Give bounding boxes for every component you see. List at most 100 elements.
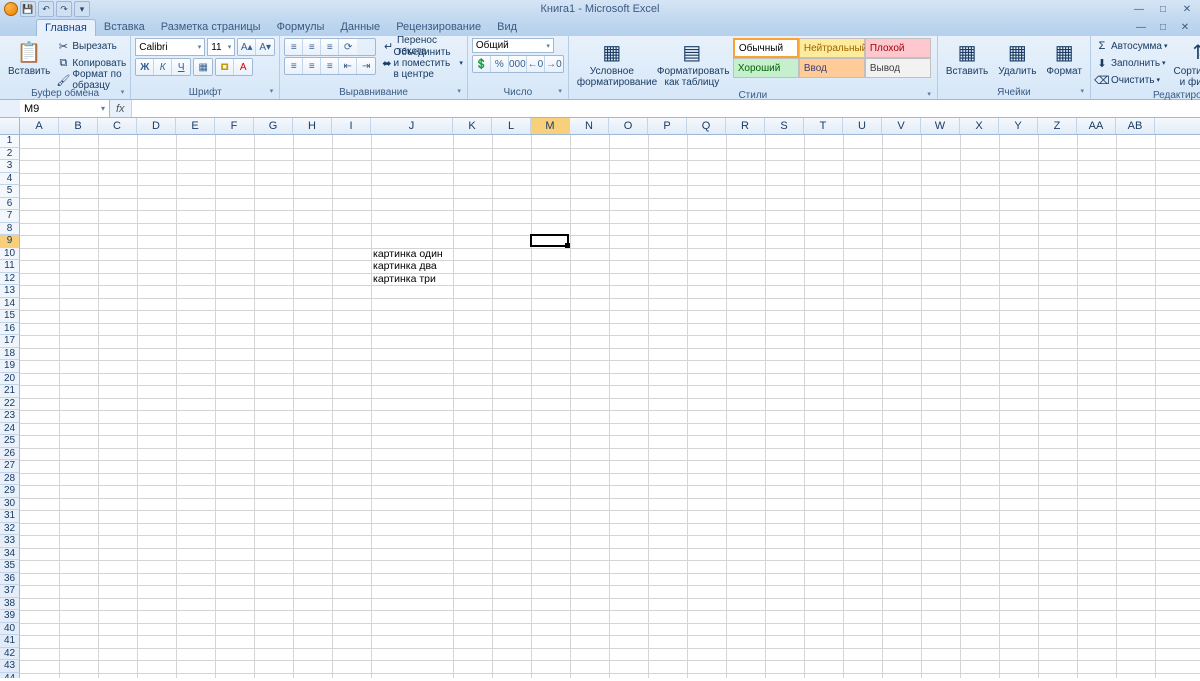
row-header-42[interactable]: 42 xyxy=(0,648,20,661)
style-Нейтральный[interactable]: Нейтральный xyxy=(799,38,865,58)
font-size-select[interactable]: 11 xyxy=(207,38,235,56)
tab-Данные[interactable]: Данные xyxy=(332,19,388,36)
minimize-button[interactable]: — xyxy=(1130,2,1148,16)
close-button[interactable]: ✕ xyxy=(1178,2,1196,16)
currency-icon[interactable]: 💲 xyxy=(473,56,491,72)
font-color-button[interactable]: A xyxy=(234,59,252,75)
row-header-1[interactable]: 1 xyxy=(0,135,20,148)
cell-J12[interactable]: картинка три xyxy=(371,273,438,286)
row-header-20[interactable]: 20 xyxy=(0,373,20,386)
col-header-C[interactable]: C xyxy=(98,118,137,134)
row-header-40[interactable]: 40 xyxy=(0,623,20,636)
row-header-38[interactable]: 38 xyxy=(0,598,20,611)
row-header-36[interactable]: 36 xyxy=(0,573,20,586)
align-right-icon[interactable]: ≡ xyxy=(321,58,339,74)
col-header-Y[interactable]: Y xyxy=(999,118,1038,134)
row-header-39[interactable]: 39 xyxy=(0,610,20,623)
style-Обычный[interactable]: Обычный xyxy=(733,38,799,58)
tab-Формулы[interactable]: Формулы xyxy=(269,19,333,36)
col-header-I[interactable]: I xyxy=(332,118,371,134)
row-header-2[interactable]: 2 xyxy=(0,148,20,161)
align-center-icon[interactable]: ≡ xyxy=(303,58,321,74)
col-header-Q[interactable]: Q xyxy=(687,118,726,134)
cell-J11[interactable]: картинка два xyxy=(371,260,439,273)
col-header-D[interactable]: D xyxy=(137,118,176,134)
row-header-21[interactable]: 21 xyxy=(0,385,20,398)
row-header-8[interactable]: 8 xyxy=(0,223,20,236)
col-header-G[interactable]: G xyxy=(254,118,293,134)
style-Хороший[interactable]: Хороший xyxy=(733,58,799,78)
row-header-16[interactable]: 16 xyxy=(0,323,20,336)
row-header-30[interactable]: 30 xyxy=(0,498,20,511)
row-header-13[interactable]: 13 xyxy=(0,285,20,298)
bold-button[interactable]: Ж xyxy=(136,59,154,75)
maximize-button[interactable]: □ xyxy=(1154,2,1172,16)
col-header-K[interactable]: K xyxy=(453,118,492,134)
col-header-V[interactable]: V xyxy=(882,118,921,134)
col-header-P[interactable]: P xyxy=(648,118,687,134)
col-header-A[interactable]: A xyxy=(20,118,59,134)
increase-decimal-icon[interactable]: ←0 xyxy=(527,56,545,72)
tab-Вставка[interactable]: Вставка xyxy=(96,19,153,36)
ribbon-help-icon[interactable]: □ xyxy=(1154,20,1172,34)
col-header-O[interactable]: O xyxy=(609,118,648,134)
qat-undo[interactable]: ↶ xyxy=(38,1,54,17)
border-button[interactable]: ▦ xyxy=(194,59,212,75)
col-header-L[interactable]: L xyxy=(492,118,531,134)
format-as-table-button[interactable]: ▤ Форматировать как таблицу xyxy=(653,38,731,90)
style-Плохой[interactable]: Плохой xyxy=(865,38,931,58)
row-header-22[interactable]: 22 xyxy=(0,398,20,411)
font-name-select[interactable]: Calibri xyxy=(135,38,205,56)
row-header-10[interactable]: 10 xyxy=(0,248,20,261)
tab-Рецензирование[interactable]: Рецензирование xyxy=(388,19,489,36)
comma-icon[interactable]: 000 xyxy=(509,56,527,72)
format-cells-button[interactable]: ▦Формат xyxy=(1042,38,1086,79)
row-header-28[interactable]: 28 xyxy=(0,473,20,486)
fx-icon[interactable]: fx xyxy=(110,103,131,115)
cut-button[interactable]: ✂Вырезать xyxy=(56,38,126,54)
col-header-Z[interactable]: Z xyxy=(1038,118,1077,134)
tab-Вид[interactable]: Вид xyxy=(489,19,525,36)
merge-center-button[interactable]: ⬌Объединить и поместить в центре▾ xyxy=(382,55,463,71)
col-header-S[interactable]: S xyxy=(765,118,804,134)
col-header-N[interactable]: N xyxy=(570,118,609,134)
style-Ввод[interactable]: Ввод xyxy=(799,58,865,78)
select-all-corner[interactable] xyxy=(0,118,20,134)
row-header-26[interactable]: 26 xyxy=(0,448,20,461)
row-header-31[interactable]: 31 xyxy=(0,510,20,523)
row-header-34[interactable]: 34 xyxy=(0,548,20,561)
row-header-7[interactable]: 7 xyxy=(0,210,20,223)
autosum-button[interactable]: ΣАвтосумма▾ xyxy=(1095,38,1168,54)
ribbon-minimize-icon[interactable]: — xyxy=(1132,20,1150,34)
align-top-icon[interactable]: ≡ xyxy=(285,39,303,55)
row-header-27[interactable]: 27 xyxy=(0,460,20,473)
style-Вывод[interactable]: Вывод xyxy=(865,58,931,78)
indent-inc-icon[interactable]: ⇥ xyxy=(357,58,375,74)
indent-dec-icon[interactable]: ⇤ xyxy=(339,58,357,74)
align-bottom-icon[interactable]: ≡ xyxy=(321,39,339,55)
sort-filter-button[interactable]: ⇅Сортировка и фильтр xyxy=(1169,38,1200,90)
decrease-decimal-icon[interactable]: →0 xyxy=(545,56,563,72)
row-header-4[interactable]: 4 xyxy=(0,173,20,186)
fill-button[interactable]: ⬇Заполнить▾ xyxy=(1095,55,1168,71)
row-header-6[interactable]: 6 xyxy=(0,198,20,211)
grow-font-icon[interactable]: A▴ xyxy=(238,39,256,55)
col-header-H[interactable]: H xyxy=(293,118,332,134)
style-gallery[interactable]: ОбычныйНейтральныйПлохой ХорошийВводВывод xyxy=(733,38,933,78)
clear-button[interactable]: ⌫Очистить▾ xyxy=(1095,72,1168,88)
col-header-M[interactable]: M xyxy=(531,118,570,134)
col-header-J[interactable]: J xyxy=(371,118,453,134)
row-header-12[interactable]: 12 xyxy=(0,273,20,286)
col-header-E[interactable]: E xyxy=(176,118,215,134)
align-middle-icon[interactable]: ≡ xyxy=(303,39,321,55)
col-header-T[interactable]: T xyxy=(804,118,843,134)
col-header-AB[interactable]: AB xyxy=(1116,118,1155,134)
insert-cells-button[interactable]: ▦Вставить xyxy=(942,38,992,79)
row-header-32[interactable]: 32 xyxy=(0,523,20,536)
row-header-35[interactable]: 35 xyxy=(0,560,20,573)
ribbon-close-icon[interactable]: ✕ xyxy=(1176,20,1194,34)
row-header-3[interactable]: 3 xyxy=(0,160,20,173)
tab-Разметка страницы[interactable]: Разметка страницы xyxy=(153,19,269,36)
row-header-33[interactable]: 33 xyxy=(0,535,20,548)
row-header-11[interactable]: 11 xyxy=(0,260,20,273)
